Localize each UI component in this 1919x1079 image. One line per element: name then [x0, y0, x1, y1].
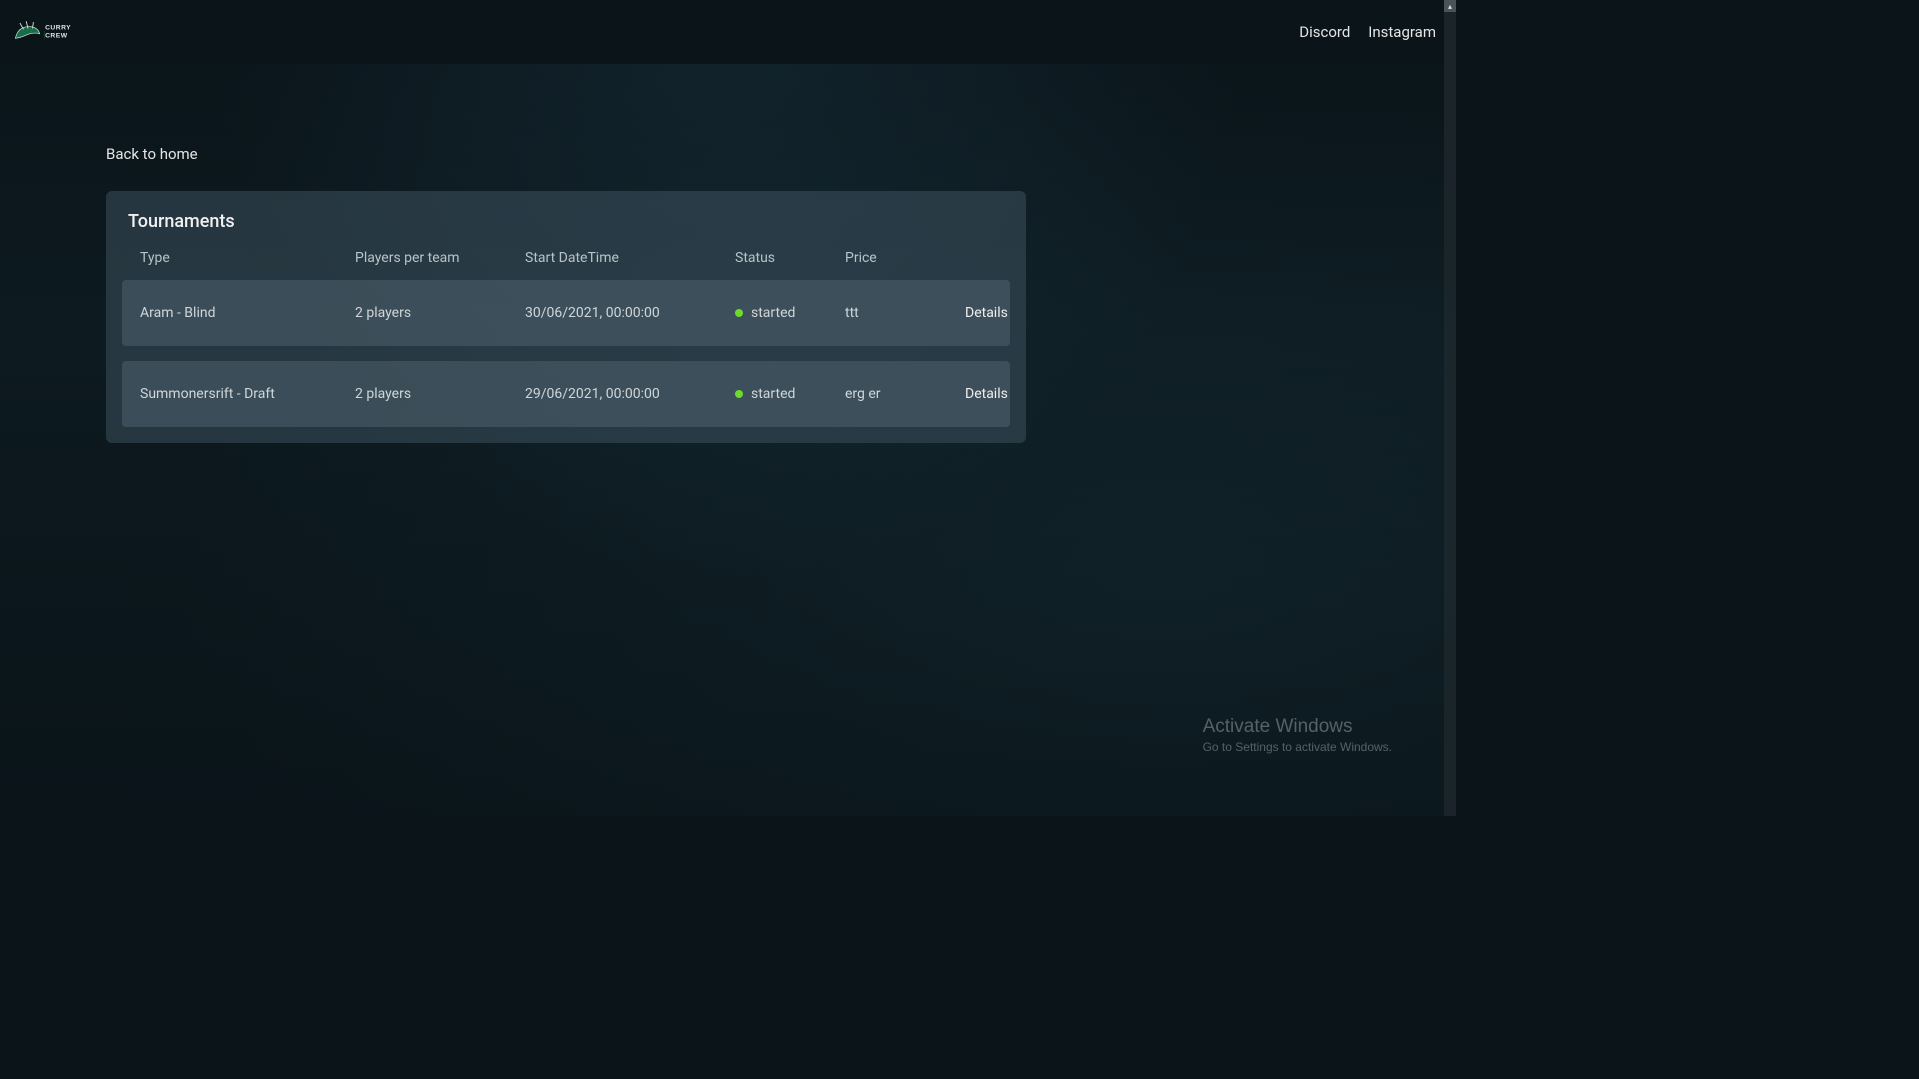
status-dot-icon	[735, 309, 743, 317]
col-header-price: Price	[845, 250, 965, 266]
scrollbar-up-icon[interactable]: ▴	[1444, 0, 1456, 12]
details-button[interactable]: Details	[965, 386, 1008, 402]
col-header-type: Type	[140, 250, 355, 266]
header: CURRY CREW Discord Instagram	[0, 0, 1456, 64]
cell-price: erg er	[845, 386, 965, 402]
nav-link-instagram[interactable]: Instagram	[1368, 23, 1436, 41]
svg-text:CURRY: CURRY	[45, 24, 71, 31]
status-text: started	[751, 386, 795, 402]
cell-players: 2 players	[355, 386, 525, 402]
cell-status: started	[735, 386, 845, 402]
details-button[interactable]: Details	[965, 305, 1008, 321]
status-text: started	[751, 305, 795, 321]
col-header-players: Players per team	[355, 250, 525, 266]
nav-link-discord[interactable]: Discord	[1299, 23, 1350, 41]
back-to-home-link[interactable]: Back to home	[106, 145, 198, 163]
cell-players: 2 players	[355, 305, 525, 321]
col-header-status: Status	[735, 250, 845, 266]
cell-type: Summonersrift - Draft	[140, 386, 355, 402]
tournaments-card: Tournaments Type Players per team Start …	[106, 191, 1026, 443]
nav-links: Discord Instagram	[1299, 23, 1446, 41]
cell-start: 30/06/2021, 00:00:00	[525, 305, 735, 321]
status-dot-icon	[735, 390, 743, 398]
cell-type: Aram - Blind	[140, 305, 355, 321]
scrollbar[interactable]: ▴	[1444, 0, 1456, 816]
cell-start: 29/06/2021, 00:00:00	[525, 386, 735, 402]
cell-price: ttt	[845, 305, 965, 321]
logo-icon: CURRY CREW	[10, 14, 100, 50]
windows-watermark: Activate Windows Go to Settings to activ…	[1203, 716, 1392, 754]
table-header: Type Players per team Start DateTime Sta…	[122, 250, 1010, 280]
col-header-start: Start DateTime	[525, 250, 735, 266]
table-row: Aram - Blind 2 players 30/06/2021, 00:00…	[122, 280, 1010, 346]
card-title: Tournaments	[122, 211, 1010, 232]
svg-text:CREW: CREW	[45, 32, 68, 39]
table-row: Summonersrift - Draft 2 players 29/06/20…	[122, 361, 1010, 427]
watermark-sub: Go to Settings to activate Windows.	[1203, 740, 1392, 754]
cell-status: started	[735, 305, 845, 321]
logo[interactable]: CURRY CREW	[10, 14, 100, 50]
watermark-title: Activate Windows	[1203, 716, 1392, 738]
content: Back to home Tournaments Type Players pe…	[0, 64, 1456, 443]
